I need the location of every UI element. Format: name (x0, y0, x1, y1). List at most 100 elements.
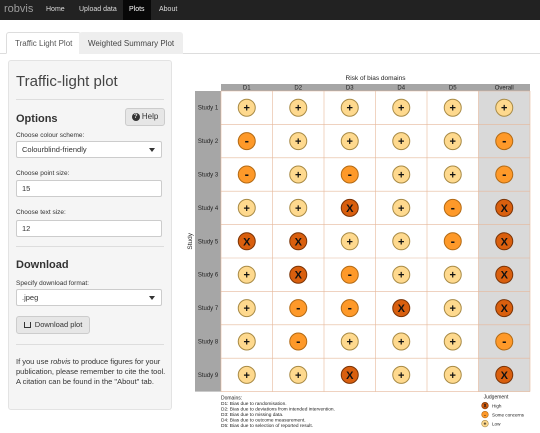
citation-note: If you use robvis to produce figures for… (16, 357, 166, 387)
judgement-symbol: X (501, 236, 509, 248)
judgement-symbol: - (348, 300, 352, 315)
judgement-symbol: X (501, 370, 509, 382)
note-app-name: robvis (50, 357, 71, 366)
judgement-symbol: X (295, 236, 303, 248)
colour-scheme-value: Colourblind-friendly (22, 145, 87, 154)
judgement-symbol: + (244, 203, 250, 215)
study-label: Study 3 (198, 173, 219, 179)
brand-logo[interactable]: robvis (4, 3, 33, 15)
study-label: Study 9 (198, 373, 219, 379)
nav-home[interactable]: Home (40, 0, 71, 20)
judgement-symbol: + (347, 236, 353, 248)
judgement-symbol: + (244, 103, 250, 115)
download-heading: Download (16, 259, 69, 271)
help-button[interactable]: ? Help (125, 108, 165, 126)
sidebar-panel: Traffic-light plot Options ? Help Choose… (8, 60, 172, 410)
plot-tabs: Traffic Light Plot Weighted Summary Plot (0, 28, 540, 54)
nav-plots[interactable]: Plots (123, 0, 151, 20)
study-label: Study 1 (198, 106, 219, 112)
domain-note: D1: Bias due to randomisation. (221, 401, 287, 407)
note-text: If you use (16, 357, 51, 366)
domains-heading: Domains: (221, 396, 242, 402)
judgement-symbol: + (347, 136, 353, 148)
judgement-symbol: - (502, 334, 506, 349)
legend-label: Low (492, 421, 501, 426)
question-icon: ? (131, 112, 140, 121)
judgement-symbol: X (501, 270, 509, 282)
judgement-symbol: + (398, 103, 404, 115)
judgement-symbol: + (347, 337, 353, 349)
judgement-symbol: - (348, 267, 352, 282)
y-axis-label: Study (187, 232, 194, 249)
navbar: robvis Home Upload data Plots About (0, 0, 540, 20)
colour-scheme-select[interactable]: Colourblind-friendly (16, 141, 162, 158)
help-button-label: Help (141, 112, 159, 121)
judgement-symbol: + (398, 170, 404, 182)
judgement-symbol: + (398, 370, 404, 382)
judgement-symbol: + (244, 337, 250, 349)
tab-weighted-summary-plot[interactable]: Weighted Summary Plot (79, 32, 184, 54)
judgement-symbol: + (347, 103, 353, 115)
study-label: Study 2 (198, 139, 219, 145)
judgement-symbol: X (243, 236, 251, 248)
judgement-symbol: + (295, 136, 301, 148)
domain-note: D5: Bias due to selection of reported re… (221, 423, 313, 429)
study-label: Study 6 (198, 273, 219, 279)
tab-traffic-light-plot[interactable]: Traffic Light Plot (6, 32, 82, 54)
divider (16, 344, 164, 345)
judgement-symbol: + (244, 270, 250, 282)
legend-symbol: + (484, 421, 487, 427)
judgement-symbol: - (245, 167, 249, 182)
judgement-symbol: + (398, 136, 404, 148)
judgement-symbol: + (398, 236, 404, 248)
legend-label: High (492, 403, 502, 408)
judgement-symbol: + (295, 370, 301, 382)
judgement-symbol: + (398, 270, 404, 282)
judgement-symbol: + (450, 337, 456, 349)
legend-title: Judgement (484, 395, 509, 401)
options-heading: Options (16, 113, 58, 125)
judgement-symbol: - (502, 133, 506, 148)
point-size-input[interactable]: 15 (16, 180, 162, 197)
nav-about[interactable]: About (153, 0, 183, 20)
text-size-input[interactable]: 12 (16, 220, 162, 237)
judgement-symbol: X (398, 303, 406, 315)
domain-note: D3: Bias due to missing data. (221, 412, 283, 418)
legend-label: Some concerns (492, 412, 525, 417)
download-format-label: Specify download format: (16, 280, 89, 287)
study-label: Study 7 (198, 306, 219, 312)
judgement-symbol: + (450, 370, 456, 382)
judgement-symbol: + (450, 270, 456, 282)
judgement-symbol: - (296, 300, 300, 315)
judgement-symbol: - (348, 167, 352, 182)
judgement-symbol: X (295, 270, 303, 282)
download-format-select[interactable]: .jpeg (16, 289, 162, 306)
judgement-symbol: + (450, 136, 456, 148)
judgement-symbol: X (501, 303, 509, 315)
judgement-symbol: - (451, 200, 455, 215)
domain-note: D4: Bias due to outcome measurement. (221, 418, 306, 424)
judgement-symbol: - (245, 133, 249, 148)
domain-header-label: Overall (495, 86, 514, 92)
judgement-symbol: - (296, 334, 300, 349)
study-label: Study 5 (198, 239, 219, 245)
judgement-symbol: + (295, 203, 301, 215)
traffic-light-plot-svg: Risk of bias domains D1 D2 D3 D4 D5 Overall Stu… (187, 75, 531, 429)
domain-header-label: D5 (449, 86, 457, 92)
download-button-label: Download plot (34, 320, 83, 329)
domain-header-label: D1 (243, 86, 251, 92)
domain-header-label: D4 (397, 86, 405, 92)
judgement-symbol: - (451, 233, 455, 248)
domain-note: D2: Bias due to deviations from intended… (221, 407, 335, 413)
judgement-symbol: X (346, 203, 354, 215)
judgement-symbol: X (346, 370, 354, 382)
judgement-symbol: + (295, 103, 301, 115)
nav-upload-data[interactable]: Upload data (73, 0, 123, 20)
sidebar-title: Traffic-light plot (16, 73, 118, 90)
study-label: Study 4 (198, 206, 219, 212)
chevron-down-icon (149, 148, 155, 152)
point-size-label: Choose point size: (16, 170, 70, 177)
judgement-symbol: + (295, 170, 301, 182)
judgement-symbol: + (450, 303, 456, 315)
download-plot-button[interactable]: Download plot (16, 316, 90, 334)
